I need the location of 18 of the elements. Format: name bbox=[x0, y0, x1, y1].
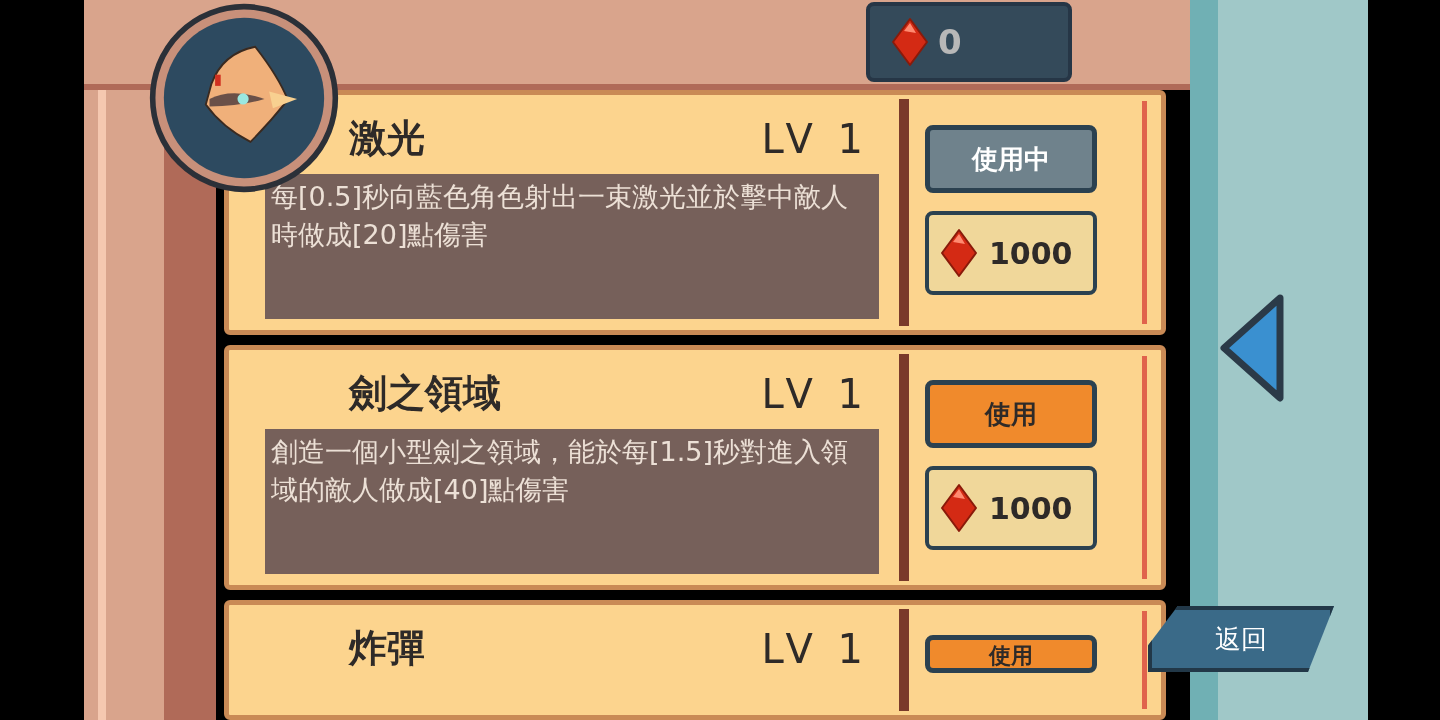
skill-name: 劍之領域 bbox=[349, 370, 501, 417]
gem-icon bbox=[890, 17, 930, 67]
skill-description: 創造一個小型劍之領域，能於每[1.5]秒對進入領域的敵人做成[40]點傷害 bbox=[265, 429, 879, 574]
gem-icon bbox=[939, 228, 979, 278]
skill-level: LV 1 bbox=[761, 625, 869, 672]
gem-icon bbox=[939, 483, 979, 533]
skill-name: 炸彈 bbox=[349, 625, 425, 672]
use-button[interactable]: 使用 bbox=[925, 380, 1097, 448]
skill-level: LV 1 bbox=[761, 370, 869, 417]
in-use-button[interactable]: 使用中 bbox=[925, 125, 1097, 193]
gem-count: 0 bbox=[938, 22, 962, 62]
use-button[interactable]: 使用 bbox=[925, 635, 1097, 673]
upgrade-price-button[interactable]: 1000 bbox=[925, 466, 1097, 550]
upgrade-price-button[interactable]: 1000 bbox=[925, 211, 1097, 295]
back-button[interactable]: 返回 bbox=[1148, 606, 1334, 672]
skill-description: 每[0.5]秒向藍色角色射出一束激光並於擊中敵人時做成[20]點傷害 bbox=[265, 174, 879, 319]
skill-level: LV 1 bbox=[761, 115, 869, 162]
skill-name: 激光 bbox=[349, 115, 425, 162]
